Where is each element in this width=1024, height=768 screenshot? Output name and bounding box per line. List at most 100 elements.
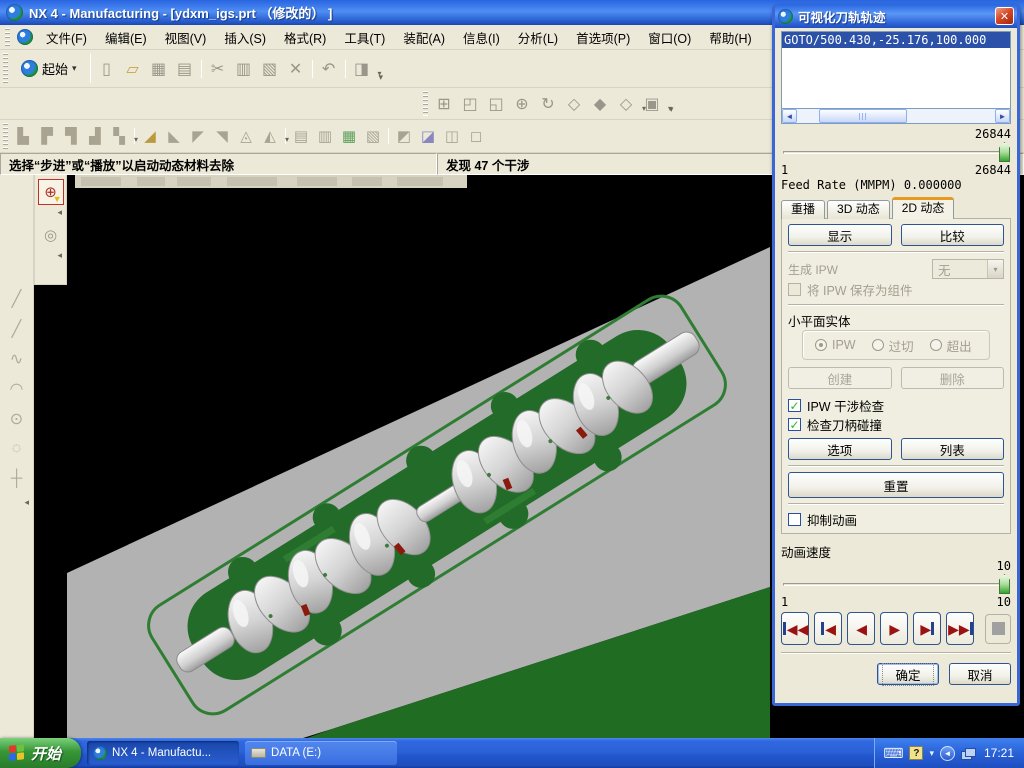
show-button[interactable]: 显示 bbox=[788, 224, 892, 246]
menu-item-10[interactable]: 窗口(O) bbox=[639, 25, 700, 50]
dialog-title-bar[interactable]: 可视化刀轨轨迹 ✕ bbox=[775, 4, 1017, 28]
tab-3d-dynamic[interactable]: 3D 动态 bbox=[827, 200, 890, 219]
step-back-button[interactable]: ◀ bbox=[814, 612, 842, 645]
undo-icon[interactable]: ↶ bbox=[316, 56, 342, 82]
delete-icon[interactable]: ✕ bbox=[283, 56, 309, 82]
speed-slider[interactable] bbox=[781, 574, 1011, 594]
list-button[interactable]: 列表 bbox=[901, 438, 1005, 460]
zoom-box-icon[interactable]: ◰ bbox=[457, 91, 483, 117]
menu-item-0[interactable]: 文件(F) bbox=[37, 25, 96, 50]
create-operation-icon[interactable]: ▚▾ bbox=[107, 124, 131, 148]
intersection-point-icon[interactable]: ◠ bbox=[5, 375, 29, 403]
holder-collision-checkbox[interactable]: ✓ bbox=[788, 418, 801, 431]
toolbar-grip[interactable] bbox=[423, 91, 428, 116]
export-icon[interactable]: ◨▾ bbox=[349, 56, 375, 82]
dropdown-caret-icon[interactable]: ▾ bbox=[668, 104, 672, 113]
slider-thumb[interactable] bbox=[999, 142, 1010, 162]
fit-view-icon[interactable]: ⊞ bbox=[431, 91, 457, 117]
tool-display-icon[interactable]: ◪ bbox=[416, 124, 440, 148]
quadrant-point-icon[interactable]: ◌ bbox=[5, 435, 29, 463]
collapse-arrow-icon[interactable]: ◂ bbox=[24, 497, 29, 508]
list-toolpath-icon[interactable]: ◩ bbox=[392, 124, 416, 148]
menu-item-8[interactable]: 分析(L) bbox=[509, 25, 567, 50]
menu-item-9[interactable]: 首选项(P) bbox=[567, 25, 639, 50]
menu-item-7[interactable]: 信息(I) bbox=[454, 25, 509, 50]
scrollbar-thumb[interactable] bbox=[819, 109, 907, 123]
play-backward-button[interactable]: ◀ bbox=[847, 612, 875, 645]
slider-thumb[interactable] bbox=[999, 574, 1010, 594]
keyboard-icon[interactable]: ⌨ bbox=[883, 745, 903, 762]
menu-item-4[interactable]: 格式(R) bbox=[275, 25, 335, 50]
suppress-animation-checkbox[interactable] bbox=[788, 513, 801, 526]
cut-icon[interactable]: ✂ bbox=[205, 56, 231, 82]
snap-toggle-icon[interactable]: ◎ bbox=[38, 222, 64, 248]
progress-slider[interactable] bbox=[781, 142, 1011, 162]
stop-button[interactable] bbox=[985, 614, 1011, 644]
copy-operation-icon[interactable]: ◤ bbox=[186, 124, 210, 148]
horizontal-scrollbar[interactable]: ◄ ► bbox=[781, 109, 1011, 124]
go-to-start-button[interactable]: ◀◀ bbox=[781, 612, 809, 645]
tab-2d-dynamic[interactable]: 2D 动态 bbox=[892, 197, 955, 219]
open-file-icon[interactable]: ▱ bbox=[120, 56, 146, 82]
paste-icon[interactable]: ▧ bbox=[257, 56, 283, 82]
rotate-view-icon[interactable]: ↻ bbox=[535, 91, 561, 117]
reset-button[interactable]: 重置 bbox=[788, 472, 1004, 498]
ipw-interference-checkbox[interactable]: ✓ bbox=[788, 399, 801, 412]
generate-toolpath-icon[interactable]: ▤ bbox=[289, 124, 313, 148]
collapse-arrow-icon[interactable]: ◂ bbox=[35, 250, 62, 261]
toolpath-list-row[interactable]: GOTO/500.430,-25.176,100.000 bbox=[782, 32, 1010, 48]
post-process-icon[interactable]: ▧ bbox=[361, 124, 385, 148]
task-button-nx[interactable]: NX 4 - Manufactu... bbox=[87, 741, 239, 765]
3d-model-view[interactable] bbox=[67, 175, 770, 738]
tray-arrow-icon[interactable]: ▾ bbox=[929, 748, 934, 759]
compare-button[interactable]: 比较 bbox=[901, 224, 1005, 246]
start-button[interactable]: 开始 bbox=[0, 738, 81, 768]
center-point-icon[interactable]: ⊙ bbox=[5, 405, 29, 433]
menu-item-1[interactable]: 编辑(E) bbox=[96, 25, 156, 50]
copy-icon[interactable]: ▥ bbox=[231, 56, 257, 82]
control-point-icon[interactable]: ∿ bbox=[5, 345, 29, 373]
start-menu-button[interactable]: 起始 ▾ bbox=[15, 57, 83, 80]
toolpath-list[interactable]: GOTO/500.430,-25.176,100.000 bbox=[781, 31, 1011, 109]
menu-item-11[interactable]: 帮助(H) bbox=[700, 25, 760, 50]
step-forward-button[interactable]: ▶ bbox=[913, 612, 941, 645]
ime-help-icon[interactable]: ? bbox=[909, 746, 923, 760]
scroll-right-icon[interactable]: ► bbox=[995, 109, 1010, 123]
menu-item-3[interactable]: 插入(S) bbox=[215, 25, 275, 50]
zoom-region-icon[interactable]: ◱ bbox=[483, 91, 509, 117]
paste-operation-icon[interactable]: ◥ bbox=[210, 124, 234, 148]
print-icon[interactable]: ▤ bbox=[172, 56, 198, 82]
save-icon[interactable]: ▦ bbox=[146, 56, 172, 82]
network-icon[interactable] bbox=[961, 748, 976, 759]
workpiece-display-icon[interactable]: ◫ bbox=[440, 124, 464, 148]
create-method-icon[interactable]: ▟ bbox=[83, 124, 107, 148]
hide-icons-chevron[interactable]: ◄ bbox=[940, 746, 955, 761]
existing-point-icon[interactable]: ┼ bbox=[5, 465, 29, 493]
create-tool-icon[interactable]: ▛ bbox=[35, 124, 59, 148]
toolbar-grip[interactable] bbox=[3, 53, 8, 84]
menu-item-2[interactable]: 视图(V) bbox=[156, 25, 216, 50]
replay-toolpath-icon[interactable]: ▥ bbox=[313, 124, 337, 148]
edit-operation-icon[interactable]: ◢ bbox=[138, 124, 162, 148]
collapse-arrow-icon[interactable]: ◂ bbox=[35, 207, 62, 218]
task-button-data-drive[interactable]: DATA (E:) bbox=[245, 741, 397, 765]
pan-view-icon[interactable]: ◇ bbox=[561, 91, 587, 117]
play-forward-button[interactable]: ▶ bbox=[880, 612, 908, 645]
shaded-view-icon[interactable]: ◆ bbox=[587, 91, 613, 117]
selection-filter-icon[interactable]: ⊕ ▼ bbox=[38, 179, 64, 205]
scroll-left-icon[interactable]: ◄ bbox=[782, 109, 797, 123]
end-point-icon[interactable]: ╱ bbox=[5, 285, 29, 313]
display-mode-cube-icon[interactable]: ◇▾ bbox=[613, 91, 639, 117]
clip-section-icon[interactable]: ▣▾ bbox=[639, 91, 665, 117]
close-icon[interactable]: ✕ bbox=[995, 7, 1014, 25]
create-program-icon[interactable]: ▙ bbox=[11, 124, 35, 148]
options-button[interactable]: 选项 bbox=[788, 438, 892, 460]
create-geometry-icon[interactable]: ▜ bbox=[59, 124, 83, 148]
toolbar-grip[interactable] bbox=[5, 28, 10, 46]
sync-operation-icon[interactable]: ◻ bbox=[464, 124, 488, 148]
new-file-icon[interactable]: ▯ bbox=[94, 56, 120, 82]
toolbar-grip[interactable] bbox=[3, 123, 8, 149]
ok-button[interactable]: 确定 bbox=[877, 663, 939, 685]
cancel-button[interactable]: 取消 bbox=[949, 663, 1011, 685]
verify-toolpath-icon[interactable]: ▦ bbox=[337, 124, 361, 148]
